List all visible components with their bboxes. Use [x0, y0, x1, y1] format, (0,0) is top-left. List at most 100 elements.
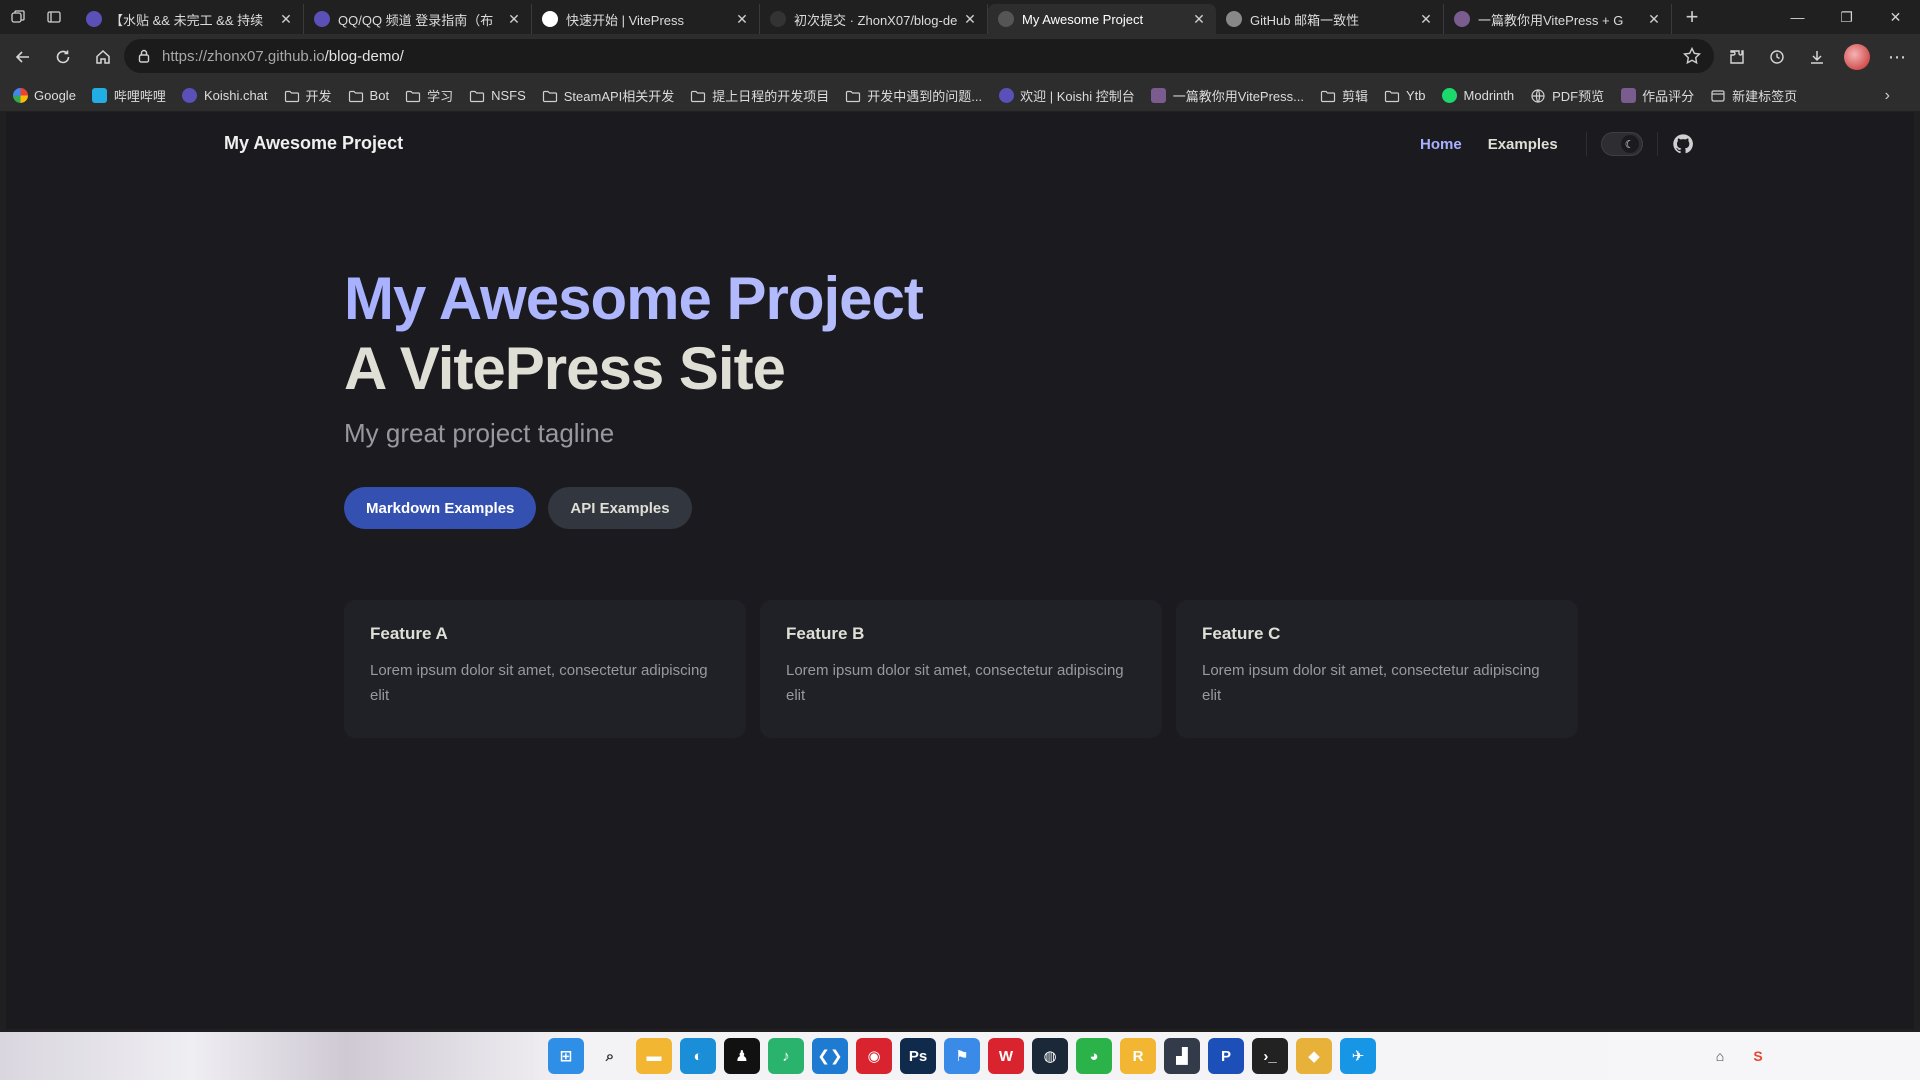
- hero-actions: Markdown Examples API Examples: [344, 487, 704, 529]
- page-viewport: My Awesome Project Home Examples ☾ My Aw…: [6, 112, 1914, 1029]
- bookmark-label: NSFS: [491, 88, 526, 103]
- bookmark-item[interactable]: 欢迎 | Koishi 控制台: [998, 86, 1135, 105]
- bookmark-label: 提上日程的开发项目: [712, 89, 830, 104]
- netease-music-icon[interactable]: ◉: [856, 1038, 892, 1074]
- browser-tab[interactable]: 初次提交 · ZhonX07/blog-de ✕: [760, 4, 988, 34]
- bookmark-folder[interactable]: NSFS: [469, 88, 526, 104]
- bookmark-folder[interactable]: 剪辑: [1320, 86, 1368, 105]
- new-tab-button[interactable]: +: [1676, 2, 1708, 32]
- bookmark-folder[interactable]: 开发中遇到的问题...: [845, 86, 982, 105]
- minimize-icon[interactable]: —: [1773, 0, 1822, 34]
- browser-tab[interactable]: GitHub 邮箱一致性 ✕: [1216, 4, 1444, 34]
- lock-icon[interactable]: [136, 48, 152, 64]
- tab-close-icon[interactable]: ✕: [1645, 11, 1663, 28]
- photoshop-icon[interactable]: Ps: [900, 1038, 936, 1074]
- tab-title: GitHub 邮箱一致性: [1250, 12, 1360, 28]
- bookmark-label: 作品评分: [1642, 89, 1695, 104]
- windows-start-icon[interactable]: ⊞: [548, 1038, 584, 1074]
- edge-icon[interactable]: ◐: [680, 1038, 716, 1074]
- tab-list: 【水贴 && 未完工 && 持续 ✕ QQ/QQ 频道 登录指南（布 ✕ 快速开始 | …: [76, 0, 1672, 34]
- folder-icon: [542, 88, 558, 104]
- address-bar[interactable]: https://zhonx07.github.io/blog-demo/: [124, 39, 1714, 73]
- feature-card-a: Feature A Lorem ipsum dolor sit amet, co…: [344, 600, 746, 738]
- appearance-toggle[interactable]: ☾: [1600, 132, 1643, 156]
- bookmark-item[interactable]: Koishi.chat: [182, 88, 268, 104]
- browser-tab[interactable]: My Awesome Project ✕: [988, 4, 1216, 34]
- feishu-icon[interactable]: ✈: [1340, 1038, 1376, 1074]
- profile-avatar[interactable]: [1838, 38, 1876, 76]
- terminal-app-icon[interactable]: ▟: [1164, 1038, 1200, 1074]
- bookmark-folder[interactable]: 学习: [405, 86, 453, 105]
- tab-close-icon[interactable]: ✕: [1190, 11, 1208, 28]
- tab-close-icon[interactable]: ✕: [733, 11, 751, 28]
- url-path: /blog-demo/: [324, 47, 404, 65]
- feature-title: Feature A: [370, 624, 448, 643]
- tab-favicon-icon: [542, 11, 558, 27]
- more-menu-icon[interactable]: ⋯: [1878, 38, 1916, 76]
- browser-tab[interactable]: 一篇教你用VitePress + G ✕: [1444, 4, 1672, 34]
- feature-details: Lorem ipsum dolor sit amet, consectetur …: [370, 662, 708, 704]
- favorite-star-icon[interactable]: [1682, 46, 1702, 66]
- browser-tab[interactable]: QQ/QQ 频道 登录指南（布 ✕: [304, 4, 532, 34]
- bookmark-label: SteamAPI相关开发: [563, 89, 675, 104]
- url-text[interactable]: https://zhonx07.github.io/blog-demo/: [162, 48, 1682, 65]
- history-icon[interactable]: [1758, 38, 1796, 76]
- bookmark-item[interactable]: 作品评分: [1620, 86, 1694, 105]
- workspaces-icon[interactable]: [0, 0, 36, 34]
- steam-icon[interactable]: ◍: [1032, 1038, 1068, 1074]
- back-icon[interactable]: [4, 38, 42, 76]
- search-icon[interactable]: ⌕: [592, 1038, 628, 1074]
- downloads-icon[interactable]: [1798, 38, 1836, 76]
- tab-close-icon[interactable]: ✕: [961, 11, 979, 28]
- bookmarks-overflow-icon[interactable]: ›: [1885, 87, 1890, 105]
- site-title[interactable]: My Awesome Project: [224, 133, 403, 154]
- bookmark-folder[interactable]: Ytb: [1384, 88, 1426, 104]
- markdown-examples-button[interactable]: Markdown Examples: [344, 487, 537, 529]
- browser-tab[interactable]: 【水贴 && 未完工 && 持续 ✕: [76, 4, 304, 34]
- tab-favicon-icon: [86, 11, 102, 27]
- bookmark-folder[interactable]: 提上日程的开发项目: [690, 86, 829, 105]
- api-examples-button[interactable]: API Examples: [548, 487, 692, 529]
- bookmark-label: Google: [34, 88, 76, 103]
- bookmark-item[interactable]: 一篇教你用VitePress...: [1151, 86, 1304, 105]
- tab-favicon-icon: [998, 11, 1014, 27]
- bookmark-app-icon[interactable]: ⚑: [944, 1038, 980, 1074]
- bookmark-folder[interactable]: Bot: [348, 88, 389, 104]
- reload-icon[interactable]: [44, 38, 82, 76]
- nav-home-link[interactable]: Home: [1420, 136, 1462, 153]
- network-icon[interactable]: ⌂: [1708, 1044, 1732, 1068]
- home-icon[interactable]: [84, 38, 122, 76]
- extensions-icon[interactable]: [1718, 38, 1756, 76]
- git-icon[interactable]: ◆: [1296, 1038, 1332, 1074]
- bookmark-item[interactable]: Modrinth: [1442, 88, 1514, 104]
- wps-icon[interactable]: W: [988, 1038, 1024, 1074]
- feature-title: Feature B: [786, 624, 865, 643]
- rockstar-icon[interactable]: R: [1120, 1038, 1156, 1074]
- nav-examples-link[interactable]: Examples: [1488, 136, 1558, 153]
- restore-icon[interactable]: ❐: [1822, 0, 1871, 34]
- vertical-tabs-icon[interactable]: [36, 0, 72, 34]
- input-method-icon[interactable]: S: [1746, 1044, 1770, 1068]
- music-icon[interactable]: ♪: [768, 1038, 804, 1074]
- tab-close-icon[interactable]: ✕: [1417, 11, 1435, 28]
- vscode-icon[interactable]: ❮❯: [812, 1038, 848, 1074]
- file-explorer-icon[interactable]: ▬: [636, 1038, 672, 1074]
- tab-close-icon[interactable]: ✕: [505, 11, 523, 28]
- terminal-icon[interactable]: ›_: [1252, 1038, 1288, 1074]
- new-tab-page-icon: [1710, 88, 1726, 104]
- tab-close-icon[interactable]: ✕: [277, 11, 295, 28]
- github-icon[interactable]: [1672, 133, 1694, 155]
- pixel-app-icon[interactable]: P: [1208, 1038, 1244, 1074]
- browser-tab[interactable]: 快速开始 | VitePress ✕: [532, 4, 760, 34]
- wechat-icon[interactable]: ◕: [1076, 1038, 1112, 1074]
- close-window-icon[interactable]: ✕: [1871, 0, 1920, 34]
- qq-icon[interactable]: ♟: [724, 1038, 760, 1074]
- windows-taskbar: ⊞ ⌕ ▬ ◐ ♟ ♪ ❮❯ ◉ Ps ⚑ W ◍ ◕ R ▟ P ›_ ◆ ✈ ⌂ S: [0, 1032, 1920, 1080]
- bookmark-item[interactable]: Google: [12, 88, 76, 104]
- bookmark-item[interactable]: 哔哩哔哩: [92, 86, 166, 105]
- bookmark-item[interactable]: PDF预览: [1530, 86, 1604, 105]
- bookmark-folder[interactable]: SteamAPI相关开发: [542, 86, 675, 105]
- bookmark-item[interactable]: 新建标签页: [1710, 86, 1797, 105]
- bookmark-label: PDF预览: [1552, 89, 1605, 104]
- bookmark-folder[interactable]: 开发: [284, 86, 332, 105]
